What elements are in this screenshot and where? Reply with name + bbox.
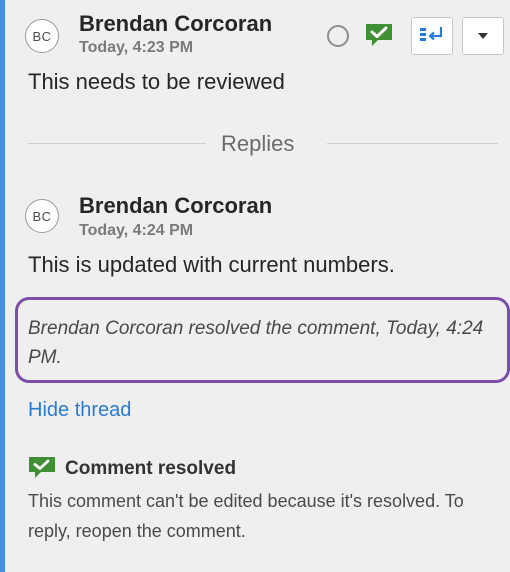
jump-to-cell-button[interactable] [411, 17, 453, 55]
checkmark-comment-icon[interactable] [364, 22, 394, 48]
comment-avatar: BC [25, 19, 59, 53]
comment-author: Brendan Corcoran [79, 11, 273, 36]
resolved-note: Brendan Corcoran resolved the comment, T… [28, 318, 484, 368]
comment-timestamp: Today, 4:23 PM [79, 39, 194, 56]
replies-label: Replies [221, 131, 295, 156]
reply-avatar: BC [25, 199, 59, 233]
status-description: This comment can't be edited because it'… [28, 491, 464, 541]
hide-thread-link[interactable]: Hide thread [28, 398, 131, 422]
reply-text: This is updated with current numbers. [28, 252, 395, 277]
comment-menu-button[interactable] [462, 17, 504, 55]
comment-text: This needs to be reviewed [28, 69, 285, 94]
circle-toggle-icon[interactable] [327, 25, 349, 47]
jump-to-cell-icon [419, 25, 445, 48]
caret-down-icon [477, 27, 489, 45]
reply-author: Brendan Corcoran [79, 193, 273, 218]
thread-accent-bar [0, 0, 5, 572]
replies-divider-right [327, 143, 498, 144]
replies-divider-left [28, 143, 206, 144]
reply-timestamp: Today, 4:24 PM [79, 222, 194, 239]
status-title: Comment resolved [65, 458, 237, 479]
comment-resolved-icon [28, 456, 56, 480]
